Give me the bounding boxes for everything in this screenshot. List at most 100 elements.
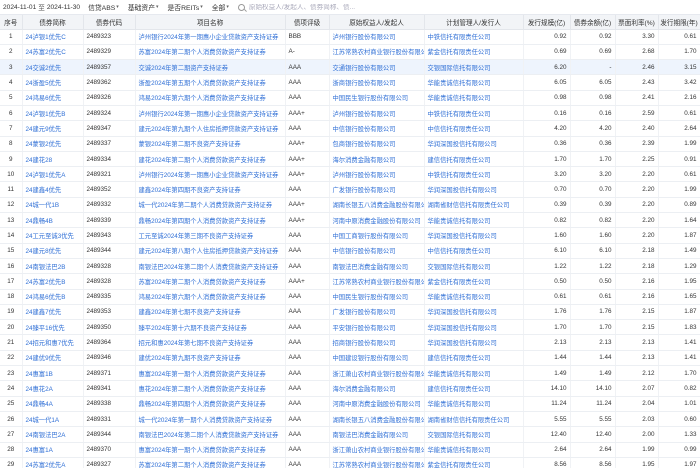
col-originator-cell[interactable]: 江苏常熟农村商业银行股份有限公司 — [329, 273, 425, 290]
col-bond-code-header[interactable]: 债券代码 — [83, 15, 136, 30]
col-bond-name-cell[interactable]: 24蒙银2优先 — [22, 136, 84, 152]
col-originator-cell[interactable]: 广发银行股份有限公司 — [329, 181, 425, 198]
col-bond-name-cell[interactable]: 24惠花2A — [22, 380, 84, 397]
col-originator-header[interactable]: 原始权益人/发起人 — [329, 15, 425, 30]
col-balance-header[interactable]: 债券余额(亿) — [570, 15, 616, 30]
col-manager-cell[interactable]: 建信信托有限责任公司 — [424, 350, 524, 367]
col-project-name-cell[interactable]: 建鑫2024年第七期不良资产支持证券 — [135, 304, 286, 321]
date-end[interactable]: 2024-11-30 — [47, 4, 80, 11]
filter-type-dropdown[interactable]: 信贷ABS ▾ — [88, 2, 119, 12]
table-row[interactable]: 21 24招元和惠7优先 2489364 招元和惠2024年第七期不良资产支持证券 AA… — [0, 334, 700, 351]
col-bond-name-cell[interactable]: 24城一代1A — [22, 411, 84, 428]
col-originator-cell[interactable]: 河南中原消费金融股份有限公司 — [329, 396, 425, 412]
table-row[interactable]: 12 24城一代1B 2489332 城一代2024年第二期个人消费贷款资产支持证券 A… — [0, 197, 700, 214]
col-manager-cell[interactable]: 中信信托有限责任公司 — [424, 243, 524, 259]
col-project-name-cell[interactable]: 南银法巴2024年第二期个人消费贷款资产支持证券 — [135, 426, 286, 443]
col-bond-name-cell[interactable]: 24臻平16优先 — [22, 319, 84, 336]
col-manager-cell[interactable]: 湖南省财信信托有限责任公司 — [424, 411, 524, 428]
col-manager-cell[interactable]: 华润深国投信托有限公司 — [424, 136, 524, 152]
col-rating-header[interactable]: 债项评级 — [285, 15, 330, 30]
table-row[interactable]: 6 24泸银1优先B 2489324 泸州银行2024年第一期惠小企业贷款资产支持证券… — [0, 105, 700, 122]
col-project-name-cell[interactable]: 苏富2024年第二期个人消费贷款资产支持证券 — [135, 457, 286, 468]
col-project-name-cell[interactable]: 建元2024年第八期个人住房抵押贷款资产支持证券 — [135, 243, 286, 259]
date-start[interactable]: 2024-11-01 — [3, 4, 36, 11]
col-project-name-cell[interactable]: 惠富2024年第一期个人消费贷款资产支持证券 — [135, 442, 286, 458]
col-manager-cell[interactable]: 紫金信托有限责任公司 — [424, 44, 524, 61]
col-originator-cell[interactable]: 江苏常熟农村商业银行股份有限公司 — [329, 457, 425, 468]
col-originator-cell[interactable]: 泸州银行股份有限公司 — [329, 29, 425, 45]
col-originator-cell[interactable]: 包商银行股份有限公司 — [329, 136, 425, 152]
search-icon[interactable] — [237, 3, 245, 11]
table-row[interactable]: 25 24鼎畅4A 2489338 鼎畅2024年第四期个人消费贷款资产支持证券 AAA… — [0, 396, 700, 412]
col-originator-cell[interactable]: 广发银行股份有限公司 — [329, 304, 425, 321]
col-project-name-cell[interactable]: 建鑫2024年第四期不良资产支持证券 — [135, 181, 286, 198]
col-originator-cell[interactable]: 交通银行股份有限公司 — [329, 59, 425, 76]
col-bond-name-cell[interactable]: 24浙盈5优先 — [22, 74, 84, 91]
col-project-name-cell[interactable]: 苏富2024年第二期个人消费贷款资产支持证券 — [135, 44, 286, 61]
col-originator-cell[interactable]: 中信银行股份有限公司 — [329, 243, 425, 259]
col-bond-name-cell[interactable]: 24招元和惠7优先 — [22, 334, 84, 351]
col-manager-cell[interactable]: 华润深国投信托有限公司 — [424, 304, 524, 321]
col-bond-name-cell[interactable]: 24苏富2优先C — [22, 44, 84, 61]
col-bond-name-cell[interactable]: 24城一代1B — [22, 197, 84, 214]
col-term-header[interactable]: 发行期限(年) — [658, 15, 700, 30]
col-project-name-cell[interactable]: 交诚2024年第二期资产支持证券 — [135, 59, 286, 76]
col-project-name-cell[interactable]: 惠富2024年第一期个人消费贷款资产支持证券 — [135, 365, 286, 382]
col-project-name-cell[interactable]: 蒙银2024年第二期不良资产支持证券 — [135, 136, 286, 152]
table-row[interactable]: 8 24蒙银2优先 2489337 蒙银2024年第二期不良资产支持证券 AAA+ 包商银… — [0, 136, 700, 152]
col-originator-cell[interactable]: 中国民生银行股份有限公司 — [329, 289, 425, 305]
col-originator-cell[interactable]: 浙商银行股份有限公司 — [329, 74, 425, 91]
col-project-name-cell[interactable]: 城一代2024年第一期个人消费贷款资产支持证券 — [135, 411, 286, 428]
col-manager-cell[interactable]: 华润深国投信托有限公司 — [424, 227, 524, 244]
col-originator-cell[interactable]: 中信银行股份有限公司 — [329, 120, 425, 137]
col-coupon-header[interactable]: 票面利率(%) — [615, 15, 659, 30]
col-originator-cell[interactable]: 招商银行股份有限公司 — [329, 334, 425, 351]
col-issue-size-header[interactable]: 发行规模(亿) — [523, 15, 571, 30]
col-originator-cell[interactable]: 江苏常熟农村商业银行股份有限公司 — [329, 44, 425, 61]
col-bond-name-cell[interactable]: 24建元9优先 — [22, 120, 84, 137]
col-project-name-cell[interactable]: 泸州银行2024年第一期惠小企业贷款资产支持证券 — [135, 166, 286, 183]
col-project-name-header[interactable]: 项目名称 — [135, 15, 286, 30]
col-originator-cell[interactable]: 南银法巴消费金融有限公司 — [329, 426, 425, 443]
col-originator-cell[interactable]: 浙江萧山农村商业银行股份有限公司 — [329, 365, 425, 382]
table-row[interactable]: 2 24苏富2优先C 2489329 苏富2024年第二期个人消费贷款资产支持证券 A-… — [0, 44, 700, 61]
table-row[interactable]: 28 24惠富1A 2489370 惠富2024年第一期个人消费贷款资产支持证券 AAA… — [0, 442, 700, 458]
col-project-name-cell[interactable]: 鸿易2024年第六期个人消费贷款资产支持证券 — [135, 289, 286, 305]
col-bond-name-cell[interactable]: 24泸银1优先B — [22, 105, 84, 122]
filter-all-dropdown[interactable]: 全部 ▾ — [212, 2, 229, 12]
col-bond-name-cell[interactable]: 24建鑫4优先 — [22, 181, 84, 198]
col-project-name-cell[interactable]: 泸州银行2024年第一期惠小企业贷款资产支持证券 — [135, 105, 286, 122]
col-project-name-cell[interactable]: 建元2024年第九期个人住房抵押贷款资产支持证券 — [135, 120, 286, 137]
col-project-name-cell[interactable]: 工元至诚2024年第三期不良资产支持证券 — [135, 227, 286, 244]
table-row[interactable]: 15 24建元8优先 2489344 建元2024年第八期个人住房抵押贷款资产支持证券… — [0, 243, 700, 259]
col-originator-cell[interactable]: 湖南长银五八消费金融股份有限公司 — [329, 411, 425, 428]
col-manager-header[interactable]: 计划管理人/发行人 — [424, 15, 524, 30]
table-row[interactable]: 19 24建鑫7优先 2489353 建鑫2024年第七期不良资产支持证券 AAA 广发银… — [0, 304, 700, 321]
col-manager-cell[interactable]: 交银国际信托有限公司 — [424, 258, 524, 275]
col-originator-cell[interactable]: 平安银行股份有限公司 — [329, 319, 425, 336]
table-row[interactable]: 9 24建花28 2489334 建花2024年第二期个人消费贷款资产支持证券 AAA+… — [0, 151, 700, 168]
table-row[interactable]: 14 24工元至诚3优先 2489343 工元至诚2024年第三期不良资产支持证券 AA… — [0, 227, 700, 244]
col-bond-name-cell[interactable]: 24建元8优先 — [22, 243, 84, 259]
table-row[interactable]: 4 24浙盈5优先 2489362 浙盈2024年第五期个人消费贷款资产支持证券 AAA… — [0, 74, 700, 91]
col-project-name-cell[interactable]: 浙盈2024年第五期个人消费贷款资产支持证券 — [135, 74, 286, 91]
table-row[interactable]: 22 24建优9优先 2489346 建优2024年第九期不良资产支持证券 AAA 中国建… — [0, 350, 700, 367]
table-row[interactable]: 13 24鼎畅4B 2489339 鼎畅2024年第四期个人消费贷款资产支持证券 AAA… — [0, 212, 700, 229]
col-manager-cell[interactable]: 中铁信托有限责任公司 — [424, 166, 524, 183]
col-bond-name-cell[interactable]: 24泸银1优先A — [22, 166, 84, 183]
col-bond-name-cell[interactable]: 24惠富1A — [22, 442, 84, 458]
col-manager-cell[interactable]: 建信信托有限责任公司 — [424, 380, 524, 397]
col-project-name-cell[interactable]: 建花2024年第二期个人消费贷款资产支持证券 — [135, 151, 286, 168]
col-project-name-cell[interactable]: 惠花2024年第二期个人消费贷款资产支持证券 — [135, 380, 286, 397]
col-manager-cell[interactable]: 紫金信托有限责任公司 — [424, 273, 524, 290]
table-row[interactable]: 26 24城一代1A 2489331 城一代2024年第一期个人消费贷款资产支持证券 A… — [0, 411, 700, 428]
col-project-name-cell[interactable]: 鼎畅2024年第四期个人消费贷款资产支持证券 — [135, 396, 286, 412]
table-row[interactable]: 18 24鸿易6优先B 2489335 鸿易2024年第六期个人消费贷款资产支持证券 A… — [0, 289, 700, 305]
col-bond-name-cell[interactable]: 24建花28 — [22, 151, 84, 168]
col-project-name-cell[interactable]: 臻平2024年第十六期不良资产支持证券 — [135, 319, 286, 336]
search-input[interactable] — [248, 3, 409, 11]
col-bond-name-cell[interactable]: 24惠富1B — [22, 365, 84, 382]
table-row[interactable]: 5 24鸿易6优先 2489326 鸿易2024年第六期个人消费贷款资产支持证券 AAA… — [0, 90, 700, 106]
table-row[interactable]: 1 24泸银1优先C 2489323 泸州银行2024年第一期惠小企业贷款资产支持证券… — [0, 29, 700, 45]
col-manager-cell[interactable]: 华能贵诚信托有限公司 — [424, 442, 524, 458]
